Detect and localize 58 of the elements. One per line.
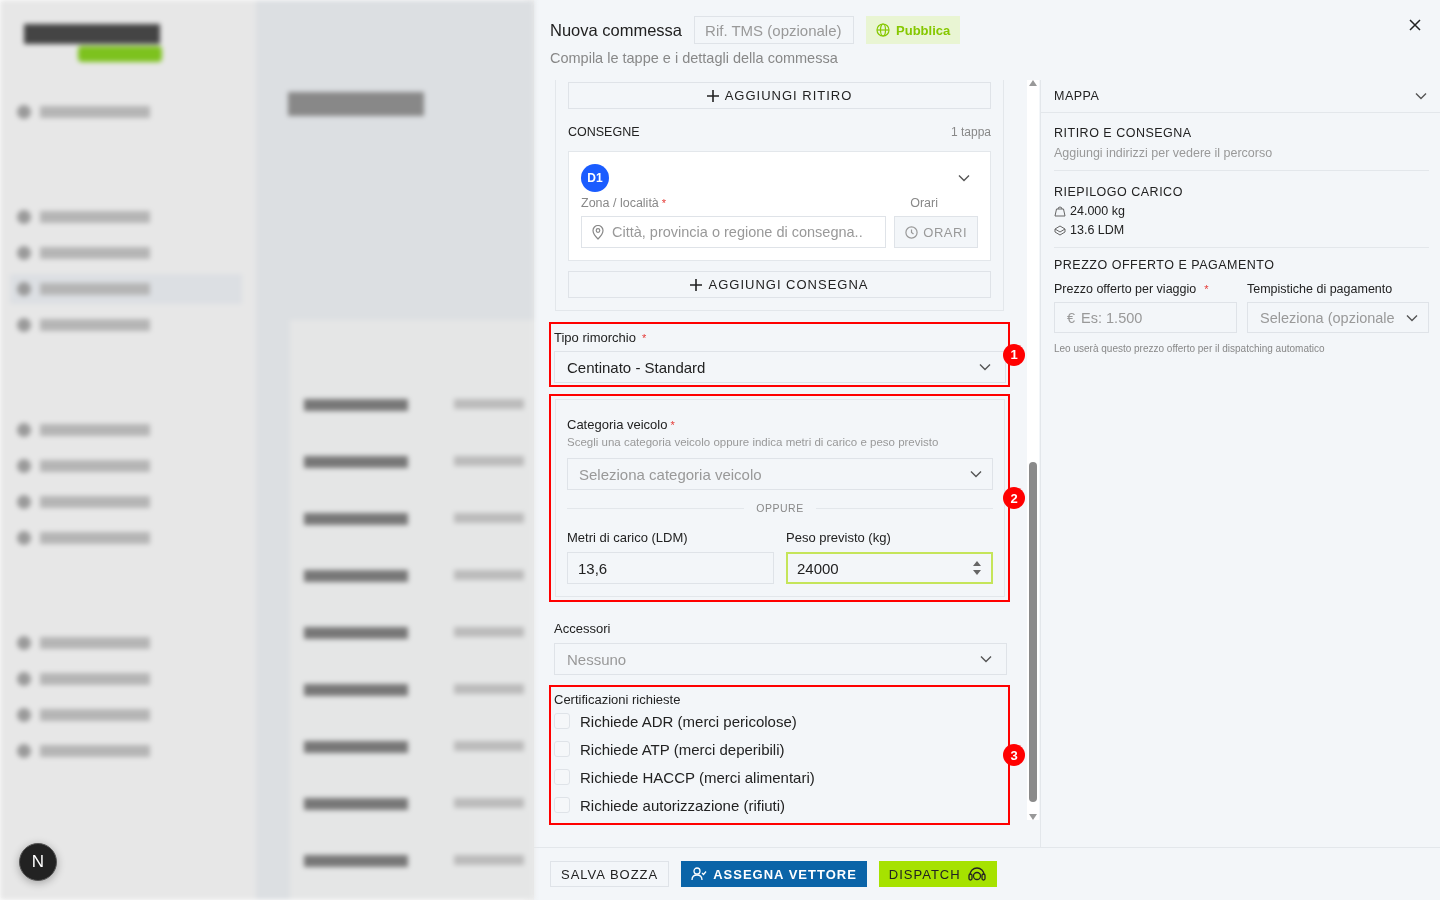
load-weight: 24.000 kg: [1070, 204, 1125, 218]
section-title: PREZZO OFFERTO E PAGAMENTO: [1054, 258, 1276, 272]
tms-reference-field[interactable]: Rif. TMS (opzionale): [694, 16, 855, 44]
drawer-subtitle: Compila le tappe e i dettagli della commessa: [550, 50, 839, 66]
chevron-down-icon: [980, 655, 992, 663]
field-label: Accessori: [554, 621, 611, 636]
field-label: Zona / località *: [581, 196, 667, 210]
trailer-type-select[interactable]: Centinato - Standard: [554, 351, 1006, 383]
chevron-down-icon: [970, 470, 982, 478]
pallet-icon: [1054, 224, 1066, 236]
field-label: Tempistiche di pagamento: [1247, 282, 1394, 296]
annotation-number: 1: [1003, 343, 1025, 366]
clock-icon: [905, 225, 919, 239]
loading-meters-field[interactable]: 13,6: [567, 552, 774, 584]
load-meters: 13.6 LDM: [1070, 223, 1125, 237]
weight-field[interactable]: 24000: [786, 552, 993, 584]
field-label: Peso previsto (kg): [786, 530, 891, 545]
stop-badge: D1: [581, 164, 609, 192]
section-title: CONSEGNE: [568, 125, 640, 139]
dispatch-button[interactable]: DISPATCH: [878, 861, 997, 887]
add-pickup-button[interactable]: AGGIUNGI RITIRO: [568, 82, 991, 109]
annotation-number: 3: [1003, 744, 1025, 766]
checkbox-label: Richiede ADR (merci pericolose): [580, 712, 797, 730]
plus-icon: [706, 89, 719, 102]
field-hint: Scegli una categoria veicolo oppure indica metri di carico e peso previsto: [567, 436, 940, 448]
section-title: RITIRO E CONSEGNA: [1054, 126, 1193, 140]
chevron-down-icon: [979, 363, 991, 371]
checkbox-label: Richiede autorizzazione (rifiuti): [580, 796, 786, 814]
field-label: Orari: [910, 196, 938, 210]
annotation-number: 2: [1003, 487, 1025, 509]
section-hint: Aggiungi indirizzi per vedere il percorso: [1054, 146, 1274, 160]
add-delivery-button[interactable]: AGGIUNGI CONSEGNA: [568, 271, 991, 298]
location-pin-icon: [592, 224, 604, 240]
save-draft-button[interactable]: SALVA BOZZA: [550, 861, 670, 887]
headset-icon: [966, 865, 987, 883]
globe-icon: [876, 23, 891, 37]
user-check-icon: [691, 867, 708, 881]
chevron-down-icon: [1406, 313, 1418, 322]
field-label: Tipo rimorchio *: [554, 330, 647, 345]
section-title: Certificazioni richieste: [554, 692, 682, 707]
plus-icon: [690, 278, 703, 291]
chevron-down-icon: [1415, 92, 1427, 100]
stop-count: 1 tappa: [950, 125, 991, 139]
divider-label: OPPURE: [756, 502, 804, 514]
weight-icon: [1054, 205, 1066, 217]
checkbox-label: Richiede HACCP (merci alimentari): [580, 768, 815, 786]
assign-carrier-button[interactable]: ASSEGNA VETTORE: [681, 861, 867, 887]
section-title: MAPPA: [1054, 89, 1100, 103]
close-button[interactable]: [1408, 18, 1422, 32]
spinner-arrows-icon: [972, 559, 982, 577]
section-title: RIEPILOGO CARICO: [1054, 185, 1184, 199]
field-label: Prezzo offerto per viaggio *: [1054, 282, 1210, 296]
field-label: Categoria veicolo *: [567, 417, 675, 432]
checkbox-label: Richiede ATP (merci deperibili): [580, 740, 785, 758]
field-label: Metri di carico (LDM): [567, 530, 688, 545]
drawer-title: Nuova commessa: [550, 20, 683, 40]
field-hint: Leo userà questo prezzo offerto per il dispatching automatico: [1054, 343, 1326, 354]
chevron-down-icon: [958, 174, 970, 182]
